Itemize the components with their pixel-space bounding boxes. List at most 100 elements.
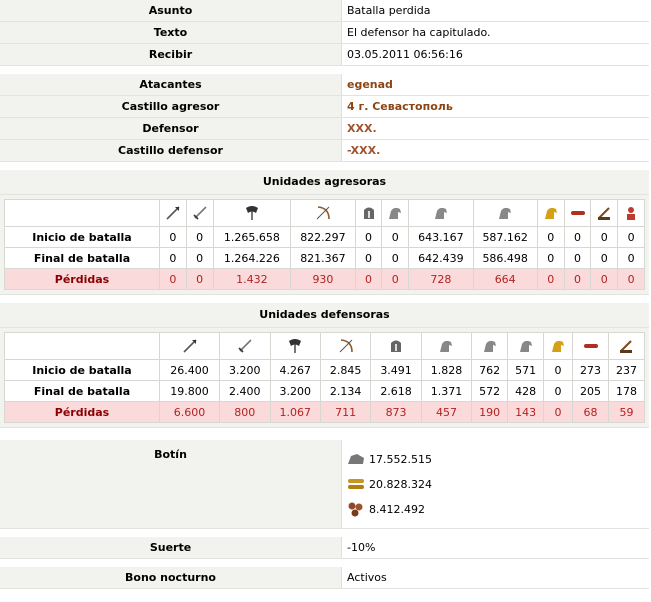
attack-unit-10-catapult-icon (590, 199, 619, 227)
attack-units-box: Inicio de batalla 0 0 1.265.658 822.297 0 0 643… (0, 195, 649, 295)
helmet-icon (363, 207, 374, 219)
unit-count-cell: 728 (408, 268, 474, 290)
attack-unit-9-ram-icon (563, 199, 592, 227)
text-value: El defensor ha capitulado. (342, 22, 649, 43)
unit-count-cell: 1.265.658 (212, 226, 292, 248)
defense-unit-6-horse-icon (471, 332, 509, 360)
unit-count-cell: 642.439 (408, 247, 474, 269)
stone-icon (348, 454, 364, 464)
horse-icon (499, 207, 512, 219)
defense-unit-8-horse-gold-icon (543, 332, 574, 360)
unit-count-cell: 1.371 (420, 380, 473, 402)
unit-count-cell: 0 (617, 268, 645, 290)
defender-row: Defensor XXX. (0, 118, 649, 140)
unit-count-cell: 178 (607, 380, 646, 402)
unit-count-cell: 1.264.226 (212, 247, 292, 269)
iron-icon (348, 502, 363, 517)
unit-count-cell: 4.267 (269, 359, 321, 381)
loot-amount: 20.828.324 (369, 477, 432, 491)
bow-icon (339, 339, 353, 353)
defense-unit-1-sword-icon (219, 332, 271, 360)
defense-unit-0-spear-icon (158, 332, 221, 360)
unit-count-cell: 3.200 (219, 359, 271, 381)
subject-row: Asunto Batalla perdida (0, 0, 649, 22)
table-row: Final de batalla 19.800 2.400 3.200 2.134 2.6… (4, 380, 646, 402)
luck-value: -10% (342, 537, 649, 558)
unit-count-cell: 26.400 (158, 359, 221, 381)
attacker-castle-label: Castillo agresor (0, 96, 342, 117)
row-label: Final de batalla (4, 380, 160, 402)
unit-count-cell: 0 (563, 268, 592, 290)
attack-unit-2-axe-icon (212, 199, 292, 227)
horse-gold-icon (544, 207, 557, 219)
unit-count-cell: 6.600 (158, 401, 221, 423)
spear-icon (166, 206, 180, 220)
unit-count-cell: 3.491 (370, 359, 422, 381)
unit-count-cell: 572 (471, 380, 509, 402)
attack-unit-8-horse-gold-icon (536, 199, 565, 227)
unit-count-cell: 1.432 (212, 268, 292, 290)
unit-count-cell: 19.800 (158, 380, 221, 402)
night-bonus-label: Bono nocturno (0, 567, 342, 588)
attacker-castle-link[interactable]: 4 г. Севастополь (347, 100, 453, 113)
attack-unit-5-horse-icon (381, 199, 410, 227)
unit-count-cell: 0 (536, 268, 565, 290)
unit-count-cell: 822.297 (290, 226, 356, 248)
table-row: Inicio de batalla 0 0 1.265.658 822.297 0 0 643… (4, 226, 645, 248)
defense-icon-row (4, 332, 646, 360)
unit-count-cell: 205 (572, 380, 609, 402)
unit-count-cell: 821.367 (290, 247, 356, 269)
attacker-link[interactable]: egenad (347, 78, 393, 91)
horse-gold-icon (552, 340, 565, 352)
knight-icon (627, 207, 636, 220)
bow-icon (316, 206, 330, 220)
attack-unit-1-sword-icon (185, 199, 214, 227)
sword-icon (193, 206, 207, 220)
luck-row: Suerte -10% (0, 537, 649, 559)
defense-units-table: Inicio de batalla 26.400 3.200 4.267 2.845 3.… (4, 332, 646, 423)
unit-count-cell: 0 (563, 247, 592, 269)
attack-unit-11-knight-icon (617, 199, 645, 227)
attack-units-table: Inicio de batalla 0 0 1.265.658 822.297 0 0 643… (4, 199, 645, 290)
unit-count-cell: 68 (572, 401, 609, 423)
table-row: Pérdidas 0 0 1.432 930 0 0 728 664 0 0 0 0 (4, 268, 645, 290)
header-blank-cell (4, 199, 160, 227)
wood-icon (348, 479, 364, 489)
unit-count-cell: 0 (185, 247, 214, 269)
unit-count-cell: 1.067 (269, 401, 321, 423)
unit-count-cell: 0 (563, 226, 592, 248)
defense-unit-10-catapult-icon (607, 332, 646, 360)
catapult-icon (598, 207, 611, 220)
defense-unit-4-helmet-icon (370, 332, 422, 360)
defender-link[interactable]: XXX. (347, 122, 377, 135)
unit-count-cell: 3.200 (269, 380, 321, 402)
unit-count-cell: 0 (185, 268, 214, 290)
text-row: Texto El defensor ha capitulado. (0, 22, 649, 44)
attack-unit-3-bow-icon (290, 199, 356, 227)
defender-castle-link[interactable]: -XXX. (347, 144, 380, 157)
attack-unit-0-spear-icon (159, 199, 187, 227)
row-label: Inicio de batalla (4, 226, 160, 248)
table-row: Final de batalla 0 0 1.264.226 821.367 0 0 642.… (4, 247, 645, 269)
unit-count-cell: 0 (536, 247, 565, 269)
unit-count-cell: 0 (543, 401, 574, 423)
unit-count-cell: 0 (617, 226, 645, 248)
row-label: Pérdidas (4, 401, 160, 423)
catapult-icon (620, 340, 633, 353)
unit-count-cell: 930 (290, 268, 356, 290)
night-bonus-row: Bono nocturno Activos (0, 567, 649, 589)
table-row: Inicio de batalla 26.400 3.200 4.267 2.845 3.… (4, 359, 646, 381)
horse-icon (483, 340, 496, 352)
defense-unit-9-ram-icon (572, 332, 609, 360)
row-label: Inicio de batalla (4, 359, 160, 381)
axe-icon (245, 206, 258, 220)
loot-amount: 8.412.492 (369, 502, 425, 516)
unit-count-cell: 0 (381, 247, 410, 269)
attack-icon-row (4, 199, 645, 227)
attack-unit-7-horse-icon (472, 199, 538, 227)
defender-castle-row: Castillo defensor -XXX. (0, 140, 649, 162)
defense-unit-5-horse-icon (420, 332, 473, 360)
unit-count-cell: 0 (590, 226, 619, 248)
luck-label: Suerte (0, 537, 342, 558)
received-value: 03.05.2011 06:56:16 (342, 44, 649, 65)
